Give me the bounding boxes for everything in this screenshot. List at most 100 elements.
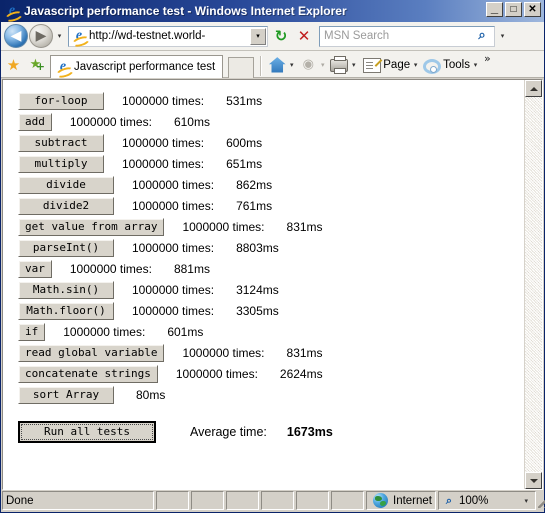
iteration-count-label: 1000000 times: <box>182 219 265 234</box>
run-test-button[interactable]: get value from array <box>18 217 165 236</box>
zoom-dropdown-caret-icon[interactable]: ▾ <box>524 497 532 505</box>
status-cell-4 <box>261 491 294 510</box>
iteration-count-label: 1000000 times: <box>182 345 265 360</box>
feeds-dropdown-caret-icon[interactable]: ▾ <box>317 61 328 69</box>
benchmark-row: subtract 1000000 times: 600ms <box>3 132 524 153</box>
address-bar[interactable]: e http://wd-testnet.world- ▾ <box>68 25 268 47</box>
home-button[interactable]: ▾ <box>267 54 298 76</box>
minimize-button[interactable]: _ <box>486 0 503 17</box>
benchmark-row: get value from array 1000000 times: 831ms <box>3 216 524 237</box>
browser-window: e Javascript performance test - Windows … <box>0 0 545 513</box>
resize-grip[interactable] <box>538 493 545 508</box>
back-button[interactable]: ◀ <box>4 24 28 48</box>
run-test-button[interactable]: Math.sin() <box>18 280 114 299</box>
page-dropdown-caret-icon[interactable]: ▾ <box>410 61 421 69</box>
search-provider-dropdown[interactable]: ▾ <box>496 32 509 40</box>
browser-tab-active[interactable]: e Javascript performance test <box>50 55 224 78</box>
iteration-count-label: 1000000 times: <box>63 324 146 339</box>
run-test-button[interactable]: multiply <box>18 154 104 173</box>
stop-button[interactable]: ✕ <box>293 25 315 47</box>
page-favicon-icon: e <box>71 28 87 44</box>
status-cell-1 <box>156 491 189 510</box>
search-input[interactable]: MSN Search <box>320 30 470 42</box>
elapsed-time-value: 531ms <box>226 93 263 108</box>
average-time-value: 1673ms <box>286 425 333 439</box>
scroll-up-button[interactable] <box>525 80 542 97</box>
tools-menu-label: Tools <box>443 59 470 71</box>
scrollbar-track[interactable] <box>525 97 542 472</box>
average-time-label: Average time: <box>190 425 267 439</box>
new-tab-button[interactable] <box>228 57 255 78</box>
run-test-button[interactable]: concatenate strings <box>18 364 158 383</box>
iteration-count-label: 1000000 times: <box>69 114 152 129</box>
run-test-button[interactable]: parseInt() <box>18 238 114 257</box>
iteration-count-label: 1000000 times: <box>132 240 215 255</box>
search-box[interactable]: MSN Search ⌕ <box>319 25 495 47</box>
run-test-button[interactable]: var <box>18 259 52 278</box>
zoom-control[interactable]: ⌕ 100% ▾ <box>438 491 536 510</box>
run-test-button[interactable]: read global variable <box>18 343 165 362</box>
minimize-icon: _ <box>490 0 499 15</box>
close-button[interactable]: ✕ <box>524 2 541 17</box>
benchmark-row: sort Array 80ms <box>3 384 524 405</box>
page-menu-label: Page <box>383 59 411 71</box>
run-test-button[interactable]: subtract <box>18 133 104 152</box>
elapsed-time-value: 601ms <box>167 324 204 339</box>
status-bar: Done Internet ⌕ 100% ▾ <box>1 490 545 512</box>
elapsed-time-value: 881ms <box>173 261 210 276</box>
print-dropdown-caret-icon[interactable]: ▾ <box>348 61 359 69</box>
benchmark-row: var 1000000 times: 881ms <box>3 258 524 279</box>
status-text: Done <box>2 491 154 510</box>
internet-explorer-icon: e <box>4 3 20 19</box>
address-dropdown-button[interactable]: ▾ <box>250 27 266 45</box>
run-test-button[interactable]: divide <box>18 175 114 194</box>
navigation-bar: ◀ ▶ ▾ e http://wd-testnet.world- ▾ ↻ ✕ M… <box>1 22 544 51</box>
page-menu-button[interactable]: Page ▾ <box>360 54 422 76</box>
tools-dropdown-caret-icon[interactable]: ▾ <box>470 61 481 69</box>
search-icon[interactable]: ⌕ <box>470 26 494 47</box>
forward-button[interactable]: ▶ <box>29 24 53 48</box>
recent-pages-button[interactable]: ▾ <box>54 32 65 40</box>
benchmark-row: concatenate strings 1000000 times: 2624ms <box>3 363 524 384</box>
maximize-button[interactable]: □ <box>505 2 522 17</box>
home-dropdown-caret-icon[interactable]: ▾ <box>286 61 297 69</box>
elapsed-time-value: 3305ms <box>236 303 279 318</box>
run-test-button[interactable]: for-loop <box>18 91 104 110</box>
benchmark-row: parseInt() 1000000 times: 8803ms <box>3 237 524 258</box>
benchmark-row: Math.floor() 1000000 times: 3305ms <box>3 300 524 321</box>
benchmark-row: read global variable 1000000 times: 831ms <box>3 342 524 363</box>
tab-favicon-icon: e <box>55 59 71 75</box>
printer-icon <box>330 56 349 74</box>
iteration-count-label: 1000000 times: <box>132 303 215 318</box>
address-input[interactable]: http://wd-testnet.world- <box>89 30 250 42</box>
forward-arrow-icon: ▶ <box>35 28 47 44</box>
favorites-center-button[interactable]: ★ <box>3 53 24 77</box>
benchmark-row: divide 1000000 times: 862ms <box>3 174 524 195</box>
run-test-button[interactable]: divide2 <box>18 196 114 215</box>
feeds-button[interactable]: ◉ ▾ <box>298 54 329 76</box>
vertical-scrollbar[interactable] <box>524 80 542 489</box>
toolbar-overflow-button[interactable]: » <box>484 51 491 65</box>
run-test-button[interactable]: sort Array <box>18 385 114 404</box>
add-to-favorites-button[interactable]: ★ + <box>24 53 47 77</box>
rss-icon: ◉ <box>302 57 314 72</box>
scroll-down-button[interactable] <box>525 472 542 489</box>
iteration-count-label: 1000000 times: <box>122 93 205 108</box>
maximize-icon: □ <box>510 4 517 15</box>
run-test-button[interactable]: Math.floor() <box>18 301 114 320</box>
run-all-tests-button[interactable]: Run all tests <box>18 421 156 443</box>
home-icon <box>268 57 286 73</box>
print-button[interactable]: ▾ <box>329 54 360 76</box>
summary-row: Run all tests Average time: 1673ms <box>3 417 524 447</box>
iteration-count-label: 1000000 times: <box>132 282 215 297</box>
refresh-button[interactable]: ↻ <box>270 25 292 47</box>
status-cell-5 <box>296 491 329 510</box>
tools-menu-button[interactable]: Tools ▾ <box>422 54 482 76</box>
elapsed-time-value: 651ms <box>226 156 263 171</box>
refresh-icon: ↻ <box>274 27 288 45</box>
status-cell-2 <box>191 491 224 510</box>
run-test-button[interactable]: if <box>18 322 46 341</box>
security-zone-indicator[interactable]: Internet <box>366 491 436 510</box>
page-content: for-loop 1000000 times: 531ms add 1000000 ti… <box>3 80 524 489</box>
run-test-button[interactable]: add <box>18 112 52 131</box>
